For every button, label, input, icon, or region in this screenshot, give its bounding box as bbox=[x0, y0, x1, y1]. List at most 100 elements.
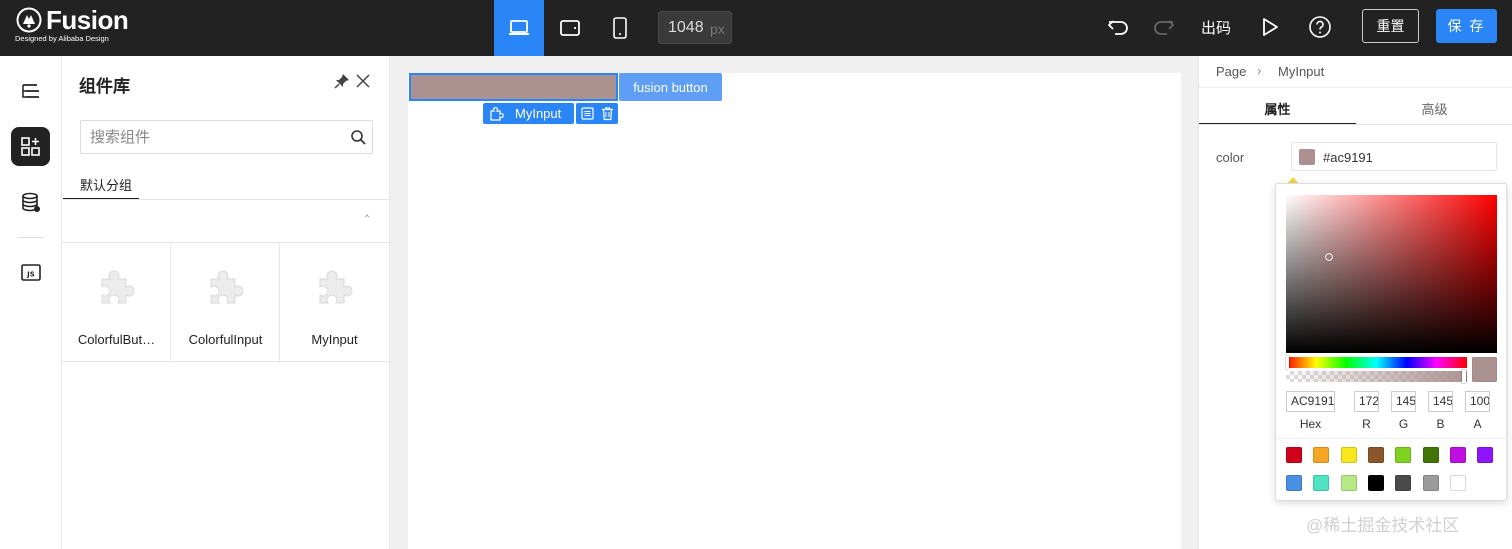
alpha-input[interactable]: 100 bbox=[1465, 391, 1490, 412]
canvas-fusion-button[interactable]: fusion button bbox=[619, 73, 722, 101]
js-code-icon: JS bbox=[20, 263, 41, 281]
left-rail: JS bbox=[0, 56, 62, 549]
fusion-logo[interactable]: Fusion Designed by Alibaba Design bbox=[14, 5, 144, 47]
brand-tagline: Designed by Alibaba Design bbox=[15, 34, 109, 43]
preset-color-swatch[interactable] bbox=[1477, 447, 1494, 463]
puzzle-piece-icon bbox=[319, 270, 353, 304]
search-icon[interactable] bbox=[350, 129, 367, 146]
preset-color-swatch[interactable] bbox=[1340, 475, 1357, 491]
tab-properties[interactable]: 属性 bbox=[1199, 88, 1356, 125]
preset-color-swatch[interactable] bbox=[1367, 475, 1384, 491]
puzzle-piece-icon bbox=[490, 107, 504, 121]
picker-divider bbox=[1276, 438, 1508, 439]
component-library-icon bbox=[20, 136, 40, 156]
component-search-input[interactable] bbox=[90, 127, 340, 147]
preset-color-swatch[interactable] bbox=[1286, 447, 1302, 463]
hex-input[interactable]: AC9191 bbox=[1286, 391, 1335, 412]
preset-color-swatch[interactable] bbox=[1367, 447, 1384, 463]
component-card-label: ColorfulInput bbox=[188, 332, 263, 347]
preset-color-swatch[interactable] bbox=[1395, 447, 1412, 463]
preset-color-swatch[interactable] bbox=[1395, 475, 1412, 491]
device-desktop-button[interactable] bbox=[494, 0, 544, 56]
alpha-slider[interactable] bbox=[1286, 371, 1467, 382]
component-card-label: ColorfulBut… bbox=[77, 332, 156, 347]
rail-divider bbox=[18, 237, 44, 238]
color-preview-swatch bbox=[1472, 357, 1497, 382]
pin-icon[interactable] bbox=[333, 72, 351, 90]
rail-js-button[interactable]: JS bbox=[11, 253, 50, 292]
puzzle-piece-icon bbox=[210, 270, 244, 304]
undo-icon bbox=[1108, 20, 1128, 35]
preset-color-swatch[interactable] bbox=[1449, 475, 1466, 491]
component-card-myinput[interactable]: MyInput bbox=[280, 243, 390, 363]
delete-icon[interactable] bbox=[600, 106, 615, 121]
tab-advanced[interactable]: 高级 bbox=[1356, 88, 1512, 125]
design-canvas[interactable] bbox=[408, 73, 1181, 549]
preview-button[interactable] bbox=[1257, 14, 1283, 40]
hex-label: Hex bbox=[1299, 417, 1322, 431]
breadcrumb-node[interactable]: MyInput bbox=[1278, 64, 1324, 79]
component-search-box bbox=[80, 120, 373, 154]
preset-color-swatch[interactable] bbox=[1286, 475, 1302, 491]
component-grid: ColorfulBut… ColorfulInput MyInput bbox=[62, 242, 390, 363]
device-tablet-button[interactable] bbox=[545, 0, 595, 56]
watermark: @稀土掘金技术社区 bbox=[1306, 516, 1460, 535]
hue-slider-handle[interactable] bbox=[1286, 356, 1289, 369]
hue-slider[interactable] bbox=[1286, 357, 1467, 368]
rail-datasource-button[interactable] bbox=[11, 183, 50, 222]
outline-tree-icon bbox=[21, 83, 39, 98]
export-code-button[interactable]: 出码 bbox=[1201, 17, 1231, 38]
top-toolbar: Fusion Designed by Alibaba Design 1048 p… bbox=[0, 0, 1512, 56]
copy-icon[interactable] bbox=[580, 106, 595, 121]
fusion-logo-icon bbox=[16, 7, 42, 33]
canvas-width-input[interactable]: 1048 px bbox=[658, 11, 732, 44]
svg-text:JS: JS bbox=[26, 270, 35, 278]
color-prop-label: color bbox=[1216, 150, 1245, 165]
alpha-slider-handle[interactable] bbox=[1462, 370, 1466, 383]
selection-label-text: MyInput bbox=[515, 106, 562, 121]
panel-title: 组件库 bbox=[79, 77, 130, 96]
undo-button[interactable] bbox=[1105, 14, 1131, 40]
rail-outline-button[interactable] bbox=[11, 72, 50, 111]
tab-divider bbox=[62, 199, 390, 200]
component-card-label: MyInput bbox=[311, 332, 358, 347]
preset-color-swatch[interactable] bbox=[1422, 447, 1439, 463]
design-canvas-area bbox=[391, 56, 1198, 549]
device-phone-button[interactable] bbox=[595, 0, 645, 56]
help-button[interactable] bbox=[1307, 14, 1333, 40]
blue-input[interactable]: 145 bbox=[1428, 391, 1453, 412]
collapse-chevron-icon[interactable]: ⌃ bbox=[363, 214, 371, 225]
saturation-handle[interactable] bbox=[1325, 253, 1333, 261]
color-picker-popup: AC9191 172 145 145 100 Hex R G B A bbox=[1275, 183, 1508, 501]
component-card-colorfulinput[interactable]: ColorfulInput bbox=[171, 243, 280, 363]
chevron-right-icon: › bbox=[1257, 63, 1262, 78]
datasource-icon bbox=[21, 192, 40, 212]
component-card-colorfulbutton[interactable]: ColorfulBut… bbox=[62, 243, 171, 363]
red-label: R bbox=[1362, 417, 1371, 431]
preset-color-swatch[interactable] bbox=[1313, 475, 1330, 491]
color-swatch[interactable] bbox=[1299, 149, 1315, 165]
redo-button[interactable] bbox=[1151, 14, 1177, 40]
blue-label: B bbox=[1436, 417, 1445, 431]
preset-color-swatch[interactable] bbox=[1449, 447, 1466, 463]
tabs-divider bbox=[1199, 124, 1512, 125]
redo-icon bbox=[1154, 20, 1174, 35]
close-icon[interactable] bbox=[354, 72, 372, 90]
red-input[interactable]: 172 bbox=[1354, 391, 1379, 412]
puzzle-piece-icon bbox=[101, 270, 135, 304]
green-input[interactable]: 145 bbox=[1391, 391, 1416, 412]
rail-component-library-button[interactable] bbox=[11, 127, 50, 166]
tab-default-group[interactable]: 默认分组 bbox=[63, 168, 139, 200]
saturation-value-field[interactable] bbox=[1286, 195, 1497, 353]
preset-color-swatch[interactable] bbox=[1313, 447, 1330, 463]
preset-color-swatch[interactable] bbox=[1422, 475, 1439, 491]
preset-color-swatch[interactable] bbox=[1340, 447, 1357, 463]
canvas-myinput-component[interactable] bbox=[409, 73, 618, 101]
phone-icon bbox=[613, 17, 627, 39]
save-button[interactable]: 保 存 bbox=[1436, 9, 1497, 43]
color-field[interactable]: #ac9191 bbox=[1291, 142, 1497, 171]
reset-button[interactable]: 重置 bbox=[1362, 9, 1419, 43]
selection-label[interactable]: MyInput bbox=[483, 103, 574, 124]
breadcrumb-page[interactable]: Page bbox=[1216, 64, 1246, 79]
canvas-width-value: 1048 bbox=[668, 19, 704, 36]
